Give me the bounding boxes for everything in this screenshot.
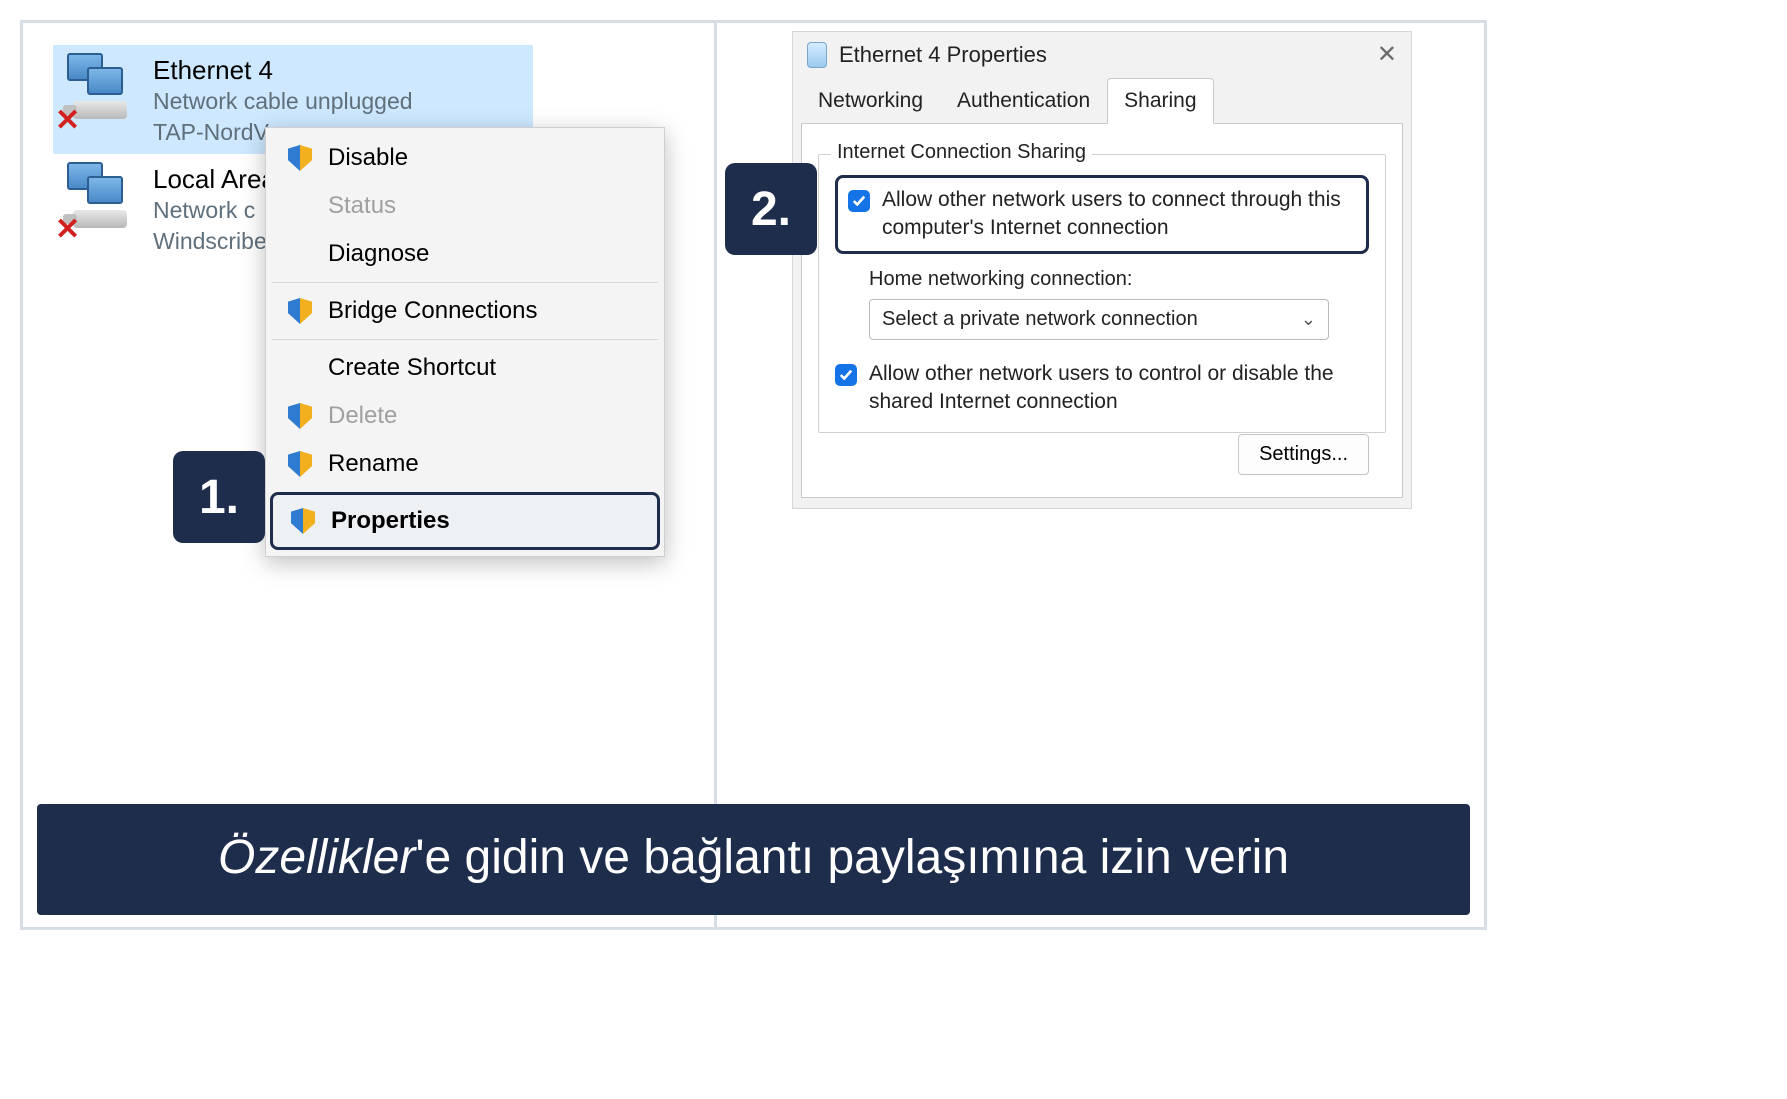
menu-label: Rename (328, 450, 419, 478)
allow-connect-checkbox-row[interactable]: Allow other network users to connect thr… (835, 175, 1369, 254)
shield-icon (288, 298, 312, 324)
properties-pane: Ethernet 4 Properties ✕ Networking Authe… (720, 23, 1484, 927)
close-icon[interactable]: ✕ (1377, 40, 1397, 69)
menu-separator (272, 339, 658, 340)
shield-icon (288, 451, 312, 477)
tabstrip: Networking Authentication Sharing (793, 77, 1411, 123)
allow-control-checkbox-row[interactable]: Allow other network users to control or … (835, 360, 1369, 417)
adapter-icon: ✕ (59, 49, 139, 133)
spacer-icon (288, 241, 312, 267)
disconnected-x-icon: ✕ (55, 212, 80, 247)
checkbox-checked-icon[interactable] (835, 364, 857, 386)
menu-label: Delete (328, 402, 397, 430)
checkbox-checked-icon[interactable] (848, 190, 870, 212)
group-title: Internet Connection Sharing (831, 141, 1092, 164)
menu-delete: Delete (266, 392, 664, 440)
settings-button[interactable]: Settings... (1238, 434, 1369, 475)
network-connections-pane: ✕ Ethernet 4 Network cable unplugged TAP… (23, 23, 717, 927)
menu-diagnose[interactable]: Diagnose (266, 230, 664, 278)
menu-properties[interactable]: Properties (270, 492, 660, 550)
tab-networking[interactable]: Networking (801, 78, 940, 124)
menu-bridge[interactable]: Bridge Connections (266, 287, 664, 335)
connection-adapter: Windscribe (153, 226, 276, 257)
connection-title: Local Area (153, 164, 276, 195)
tab-sharing[interactable]: Sharing (1107, 78, 1213, 124)
menu-shortcut[interactable]: Create Shortcut (266, 344, 664, 392)
disconnected-x-icon: ✕ (55, 103, 80, 138)
step-badge-2: 2. (725, 163, 817, 255)
adapter-icon: ✕ (59, 158, 139, 242)
window-title: Ethernet 4 Properties (839, 42, 1047, 68)
ics-groupbox: Internet Connection Sharing Allow other … (818, 154, 1386, 433)
titlebar: Ethernet 4 Properties ✕ (793, 32, 1411, 77)
menu-label: Diagnose (328, 240, 429, 268)
menu-label: Create Shortcut (328, 354, 496, 382)
shield-icon (288, 145, 312, 171)
caption-rest: 'e gidin ve bağlantı paylaşımına izin ve… (415, 831, 1289, 884)
shield-icon (291, 508, 315, 534)
context-menu: Disable Status Diagnose Bridge Connectio… (265, 127, 665, 557)
allow-connect-label: Allow other network users to connect thr… (882, 186, 1356, 243)
properties-window: Ethernet 4 Properties ✕ Networking Authe… (792, 31, 1412, 509)
home-connection-block: Home networking connection: Select a pri… (869, 268, 1369, 340)
chevron-down-icon: ⌄ (1301, 309, 1316, 330)
ethernet-plug-icon (807, 42, 827, 68)
shield-icon (288, 403, 312, 429)
menu-separator (272, 282, 658, 283)
menu-status: Status (266, 182, 664, 230)
menu-label: Bridge Connections (328, 297, 537, 325)
home-connection-label: Home networking connection: (869, 268, 1369, 291)
menu-label: Status (328, 192, 396, 220)
menu-disable[interactable]: Disable (266, 134, 664, 182)
spacer-icon (288, 355, 312, 381)
allow-control-label: Allow other network users to control or … (869, 360, 1369, 417)
home-connection-dropdown[interactable]: Select a private network connection ⌄ (869, 299, 1329, 340)
caption-italic: Özellikler (218, 831, 415, 884)
tab-body-sharing: Internet Connection Sharing Allow other … (801, 123, 1403, 498)
menu-rename[interactable]: Rename (266, 440, 664, 488)
connection-status: Network cable unplugged (153, 86, 413, 117)
tab-authentication[interactable]: Authentication (940, 78, 1107, 124)
menu-label: Properties (331, 507, 450, 535)
connection-status: Network c (153, 195, 276, 226)
instruction-caption: Özellikler'e gidin ve bağlantı paylaşımı… (37, 804, 1470, 915)
step-badge-1: 1. (173, 451, 265, 543)
spacer-icon (288, 193, 312, 219)
connection-title: Ethernet 4 (153, 55, 413, 86)
dropdown-value: Select a private network connection (882, 308, 1198, 331)
menu-label: Disable (328, 144, 408, 172)
